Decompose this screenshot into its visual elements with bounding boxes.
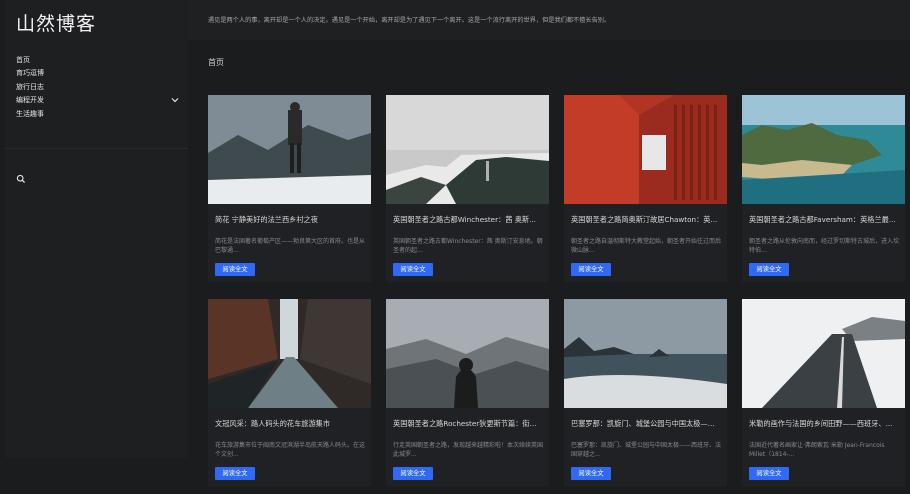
post-excerpt: 朝圣者之路从伦敦向南而，经过罗切斯特古城后，进入坎特伯... (749, 238, 899, 254)
site-logo[interactable]: 山然博客 (16, 9, 96, 36)
announcement-text: 遇见是两个人的事，离开却是一个人的决定。遇见是一个开始，离开却是为了遇见下一个离… (208, 17, 611, 24)
post-thumbnail[interactable] (386, 299, 549, 408)
post-card: 英国朝圣者之路古都Winchester：茜 奥斯... 英国朝圣者之路古都Win… (386, 95, 549, 282)
post-excerpt: 法国近代著名画家让·弗朗索瓦·米勒 Jean-Francois Millet（1… (749, 442, 885, 458)
post-excerpt: 花车旅游集市位于闽南文冠滨湖半岛航天路人码头。在这个文创... (215, 442, 365, 458)
read-more-button[interactable]: 阅读全文 (571, 263, 611, 276)
post-card: 英国朝圣者之路Rochester狄更斯节篇：街... 行走英国朝圣者之路，发现越… (386, 299, 549, 486)
post-title[interactable]: 简花 宁静美好的法兰西乡村之夜 (215, 215, 365, 225)
post-card: 巴塞罗那：凯旋门、城堡公园与中国太极——... 巴塞罗那：凯旋门、城堡公园与中国… (564, 299, 727, 486)
post-card: 英国朝圣者之路古都Faversham：英格兰最... 朝圣者之路从伦敦向南而，经… (742, 95, 905, 282)
read-more-button[interactable]: 阅读全文 (749, 263, 789, 276)
page-heading: 首页 (208, 58, 224, 67)
chevron-down-icon[interactable] (170, 95, 180, 105)
read-more-button[interactable]: 阅读全文 (749, 467, 789, 480)
read-more-button[interactable]: 阅读全文 (571, 467, 611, 480)
post-excerpt: 朝圣者之路自温彻斯特大教堂起始，朝圣者开始往过而后微山脉... (571, 238, 721, 254)
post-title[interactable]: 英国朝圣者之路古都Winchester：茜 奥斯... (393, 215, 543, 225)
post-excerpt: 简花是法国著名葡萄产区——勃良第大区的首府。也是从巴黎通... (215, 238, 365, 254)
post-title[interactable]: 巴塞罗那：凯旋门、城堡公园与中国太极——... (571, 419, 721, 429)
post-card: 文冠风采：路人码头的花车旅游集市 花车旅游集市位于闽南文冠滨湖半岛航天路人码头。… (208, 299, 371, 486)
post-thumbnail[interactable] (742, 299, 905, 408)
nav-item-programming-label: 编程开发 (16, 96, 44, 105)
nav-item-life[interactable]: 生活趣事 (16, 108, 182, 121)
post-title[interactable]: 米勒的画作与法国的乡间田野——西班牙、... (749, 419, 899, 429)
sidebar: 山然博客 首页 育巧逗博 旅行日志 编程开发 生活趣事 (5, 0, 188, 458)
post-thumbnail[interactable] (208, 299, 371, 408)
post-card: 米勒的画作与法国的乡间田野——西班牙、... 法国近代著名画家让·弗朗索瓦·米勒… (742, 299, 905, 486)
read-more-button[interactable]: 阅读全文 (393, 263, 433, 276)
post-title[interactable]: 英国朝圣者之路简奥斯汀故居Chawton：英... (571, 215, 721, 225)
read-more-button[interactable]: 阅读全文 (215, 467, 255, 480)
post-excerpt: 巴塞罗那：凯旋门、城堡公园与中国太极——西班牙、法国穿越之... (571, 442, 721, 458)
nav-item-tips[interactable]: 育巧逗博 (16, 67, 182, 80)
post-thumbnail[interactable] (386, 95, 549, 204)
nav-item-travel[interactable]: 旅行日志 (16, 81, 182, 94)
post-title[interactable]: 英国朝圣者之路Rochester狄更斯节篇：街... (393, 419, 543, 429)
post-title[interactable]: 文冠风采：路人码头的花车旅游集市 (215, 419, 365, 429)
post-thumbnail[interactable] (564, 95, 727, 204)
post-excerpt: 行走英国朝圣者之路，发现越来越精彩啦！本次续续英国此城罗... (393, 442, 543, 458)
sidebar-divider (5, 148, 188, 149)
read-more-button[interactable]: 阅读全文 (215, 263, 255, 276)
main-nav: 首页 育巧逗博 旅行日志 编程开发 生活趣事 (16, 54, 182, 121)
nav-item-programming[interactable]: 编程开发 (16, 94, 182, 107)
post-card: 简花 宁静美好的法兰西乡村之夜 简花是法国著名葡萄产区——勃良第大区的首府。也是… (208, 95, 371, 282)
post-title[interactable]: 英国朝圣者之路古都Faversham：英格兰最... (749, 215, 899, 225)
post-thumbnail[interactable] (208, 95, 371, 204)
post-thumbnail[interactable] (564, 299, 727, 408)
post-excerpt: 英国朝圣者之路古都Winchester：茜 奥斯汀安息地。朝圣者的起... (393, 238, 543, 254)
read-more-button[interactable]: 阅读全文 (393, 467, 433, 480)
post-card: 英国朝圣者之路简奥斯汀故居Chawton：英... 朝圣者之路自温彻斯特大教堂起… (564, 95, 727, 282)
nav-item-home[interactable]: 首页 (16, 54, 182, 67)
post-thumbnail[interactable] (742, 95, 905, 204)
top-bar: 遇见是两个人的事，离开却是一个人的决定。遇见是一个开始，离开却是为了遇见下一个离… (188, 0, 910, 40)
search-icon[interactable] (16, 174, 26, 184)
